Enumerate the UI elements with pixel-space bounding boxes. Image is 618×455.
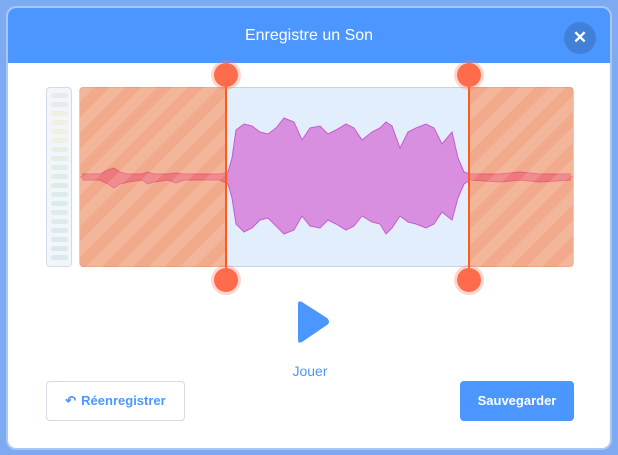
meter-segment	[51, 210, 68, 215]
meter-segment	[51, 102, 68, 107]
meter-segment	[51, 246, 68, 251]
meter-segment	[51, 129, 68, 134]
meter-segment	[51, 120, 68, 125]
play-icon	[298, 301, 329, 343]
save-button[interactable]: Sauvegarder	[460, 381, 574, 421]
meter-segment	[51, 183, 68, 188]
close-icon: ✕	[572, 28, 588, 47]
record-sound-modal: Enregistre un Son ✕ Jouer ↶ Réenregistre…	[8, 8, 610, 448]
meter-segment	[51, 93, 68, 98]
meter-segment	[51, 192, 68, 197]
trim-overlay-left	[80, 87, 226, 267]
trim-start-knob-bottom[interactable]	[214, 268, 238, 292]
meter-segment	[51, 201, 68, 206]
rerecord-label: Réenregistrer	[81, 393, 166, 408]
close-button[interactable]: ✕	[564, 22, 596, 54]
trim-overlay-right	[469, 87, 573, 267]
trim-end-knob-top[interactable]	[457, 63, 481, 87]
modal-title: Enregistre un Son	[244, 27, 374, 44]
meter-segment	[51, 156, 68, 161]
trim-start-handle[interactable]	[225, 75, 227, 279]
meter-segment	[51, 237, 68, 242]
meter-segment	[51, 138, 68, 143]
modal-body: Jouer ↶ Réenregistrer Sauvegarder	[8, 63, 610, 448]
volume-level-meter	[46, 87, 72, 267]
rerecord-button[interactable]: ↶ Réenregistrer	[46, 381, 185, 421]
trim-start-knob-top[interactable]	[214, 63, 238, 87]
meter-segment	[51, 165, 68, 170]
meter-segment	[51, 174, 68, 179]
undo-arrow-icon: ↶	[65, 393, 77, 408]
meter-segment	[51, 255, 68, 260]
play-button[interactable]	[292, 299, 332, 345]
meter-segment	[51, 219, 68, 224]
meter-segment	[51, 147, 68, 152]
modal-header: Enregistre un Son ✕	[8, 8, 610, 63]
save-label: Sauvegarder	[477, 393, 557, 408]
trim-end-handle[interactable]	[468, 75, 470, 279]
trim-end-knob-bottom[interactable]	[457, 268, 481, 292]
play-label: Jouer	[292, 363, 328, 379]
meter-segment	[51, 111, 68, 116]
meter-segment	[51, 228, 68, 233]
